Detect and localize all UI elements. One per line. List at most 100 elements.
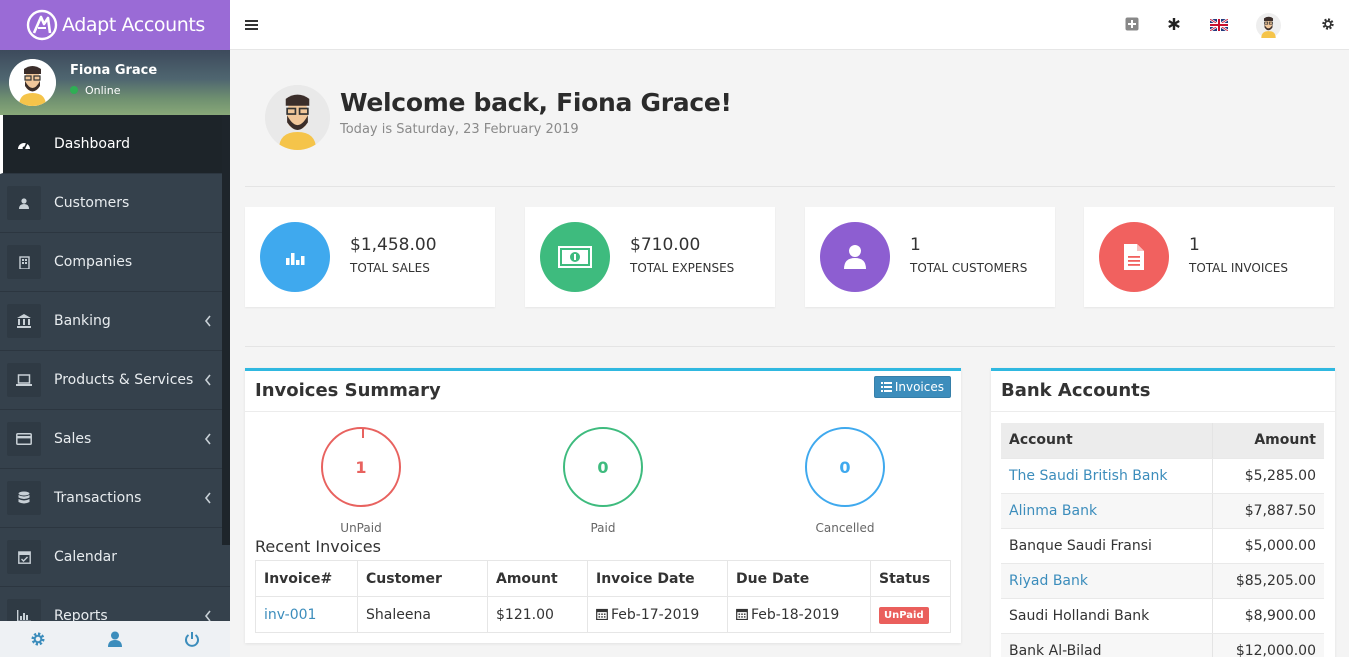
- invoice-link[interactable]: inv-001: [264, 607, 316, 623]
- stat-value: $1,458.00: [350, 235, 437, 255]
- stat-card-total-sales[interactable]: $1,458.00 TOTAL SALES: [245, 207, 495, 307]
- settings-icon[interactable]: [18, 631, 58, 647]
- stat-card-total-expenses[interactable]: $710.00 TOTAL EXPENSES: [525, 207, 775, 307]
- invoice-date-cell: Feb-17-2019: [587, 596, 728, 633]
- sidebar-item-label: Sales: [54, 431, 92, 447]
- user-name: Fiona Grace: [70, 62, 158, 78]
- welcome-date: Today is Saturday, 23 February 2019: [340, 122, 579, 137]
- cancelled-ring: 0 Cancelled: [805, 427, 885, 535]
- ring-progress-tick: [362, 429, 364, 438]
- bank-amount: $5,000.00: [1211, 528, 1324, 564]
- table-row: Saudi Hollandi Bank $8,900.00: [1001, 598, 1324, 634]
- sidebar-menu: Dashboard Customers Companies Banking Pr…: [0, 115, 230, 646]
- invoice-date-value: Feb-17-2019: [611, 606, 700, 623]
- due-date-value: Feb-18-2019: [751, 606, 840, 623]
- sidebar-item-dashboard[interactable]: Dashboard: [0, 115, 230, 174]
- user-avatar[interactable]: [9, 59, 56, 106]
- hamburger-icon[interactable]: [245, 19, 258, 31]
- bank-accounts-box: Bank Accounts Account Amount The Saudi B…: [991, 368, 1335, 657]
- gear-icon[interactable]: [1321, 17, 1335, 31]
- sidebar-item-label: Banking: [54, 313, 111, 329]
- column-header: Amount: [487, 560, 588, 597]
- plus-square-icon[interactable]: [1125, 17, 1139, 31]
- top-navbar: [230, 0, 1349, 50]
- bank-account-name: Banque Saudi Fransi: [1001, 528, 1212, 564]
- database-icon: [7, 481, 41, 515]
- list-icon: [880, 382, 892, 392]
- column-header: Due Date: [727, 560, 871, 597]
- sidebar-item-transactions[interactable]: Transactions: [0, 469, 230, 528]
- bar-chart-icon: [260, 222, 330, 292]
- sidebar-item-products-services[interactable]: Products & Services: [0, 351, 230, 410]
- invoices-button-label: Invoices: [894, 380, 944, 394]
- welcome-avatar: [265, 85, 330, 150]
- table-header-row: Account Amount: [1001, 423, 1324, 459]
- column-header: Invoice Date: [587, 560, 728, 597]
- column-header: Account: [1001, 423, 1212, 459]
- building-icon: [7, 245, 41, 279]
- stat-label: TOTAL CUSTOMERS: [910, 261, 1028, 275]
- stat-value: $710.00: [630, 235, 701, 255]
- column-header: Status: [870, 560, 951, 597]
- stat-card-total-invoices[interactable]: 1 TOTAL INVOICES: [1084, 207, 1334, 307]
- bank-account-name: Bank Al-Bilad: [1001, 633, 1212, 657]
- sidebar-item-label: Calendar: [54, 549, 117, 565]
- brand-name: Adapt Accounts: [62, 14, 205, 36]
- stat-value: 1: [910, 235, 921, 255]
- sidebar-item-label: Dashboard: [54, 136, 130, 152]
- chevron-left-icon: [204, 374, 211, 386]
- user-icon[interactable]: [95, 631, 135, 647]
- stat-label: TOTAL SALES: [350, 261, 430, 275]
- sidebar-item-label: Transactions: [54, 490, 142, 506]
- welcome-section: Welcome back, Fiona Grace! Today is Satu…: [245, 50, 1335, 187]
- amount-cell: $121.00: [487, 596, 588, 633]
- unpaid-ring: 1 UnPaid: [321, 427, 401, 535]
- column-header: Invoice#: [255, 560, 358, 597]
- main-content: Welcome back, Fiona Grace! Today is Satu…: [245, 50, 1335, 657]
- user-icon: [7, 186, 41, 220]
- invoices-summary-box: Invoices Summary Invoices 1 UnPaid 0 Pai…: [245, 368, 961, 643]
- bank-account-link[interactable]: The Saudi British Bank: [1009, 468, 1167, 484]
- paid-ring: 0 Paid: [563, 427, 643, 535]
- stat-value: 1: [1189, 235, 1200, 255]
- table-row: Alinma Bank $7,887.50: [1001, 493, 1324, 529]
- bank-amount: $85,205.00: [1211, 563, 1324, 599]
- stat-label: TOTAL INVOICES: [1189, 261, 1288, 275]
- uk-flag-icon[interactable]: [1210, 19, 1228, 31]
- power-icon[interactable]: [172, 631, 212, 647]
- sidebar-item-banking[interactable]: Banking: [0, 292, 230, 351]
- column-header: Amount: [1211, 423, 1324, 459]
- invoices-button[interactable]: Invoices: [873, 376, 951, 398]
- invoices-summary-title: Invoices Summary: [255, 380, 441, 401]
- sidebar-item-calendar[interactable]: Calendar: [0, 528, 230, 587]
- sidebar-item-companies[interactable]: Companies: [0, 233, 230, 292]
- sidebar-scrollbar[interactable]: [222, 115, 230, 545]
- sidebar-item-sales[interactable]: Sales: [0, 410, 230, 469]
- ring-value: 1: [355, 457, 367, 477]
- chevron-left-icon: [204, 492, 211, 504]
- bank-account-link[interactable]: Riyad Bank: [1009, 573, 1088, 589]
- asterisk-icon[interactable]: [1167, 17, 1181, 31]
- user-status-label: Online: [85, 83, 121, 97]
- table-row: Banque Saudi Fransi $5,000.00: [1001, 528, 1324, 564]
- user-panel: Fiona Grace Online: [0, 50, 230, 115]
- bank-amount: $8,900.00: [1211, 598, 1324, 634]
- user-icon: [820, 222, 890, 292]
- sidebar-item-customers[interactable]: Customers: [0, 174, 230, 233]
- avatar-illustration: [9, 59, 56, 106]
- stat-card-total-customers[interactable]: 1 TOTAL CUSTOMERS: [805, 207, 1055, 307]
- status-badge: UnPaid: [879, 606, 929, 624]
- avatar[interactable]: [1256, 13, 1281, 38]
- sidebar-footer: [0, 621, 230, 657]
- sidebar-item-label: Products & Services: [54, 372, 194, 388]
- bank-account-name: Saudi Hollandi Bank: [1001, 598, 1212, 634]
- brand-header[interactable]: Adapt Accounts: [0, 0, 230, 50]
- brand-logo-icon: [26, 9, 58, 41]
- calendar-check-icon: [7, 540, 41, 574]
- ring-value: 0: [839, 457, 851, 477]
- ring-label: UnPaid: [340, 521, 382, 535]
- table-row: inv-001 Shaleena $121.00 Feb-17-2019 Feb…: [255, 596, 951, 633]
- bank-account-link[interactable]: Alinma Bank: [1009, 503, 1097, 519]
- due-date-cell: Feb-18-2019: [727, 596, 871, 633]
- box-divider: [991, 411, 1335, 412]
